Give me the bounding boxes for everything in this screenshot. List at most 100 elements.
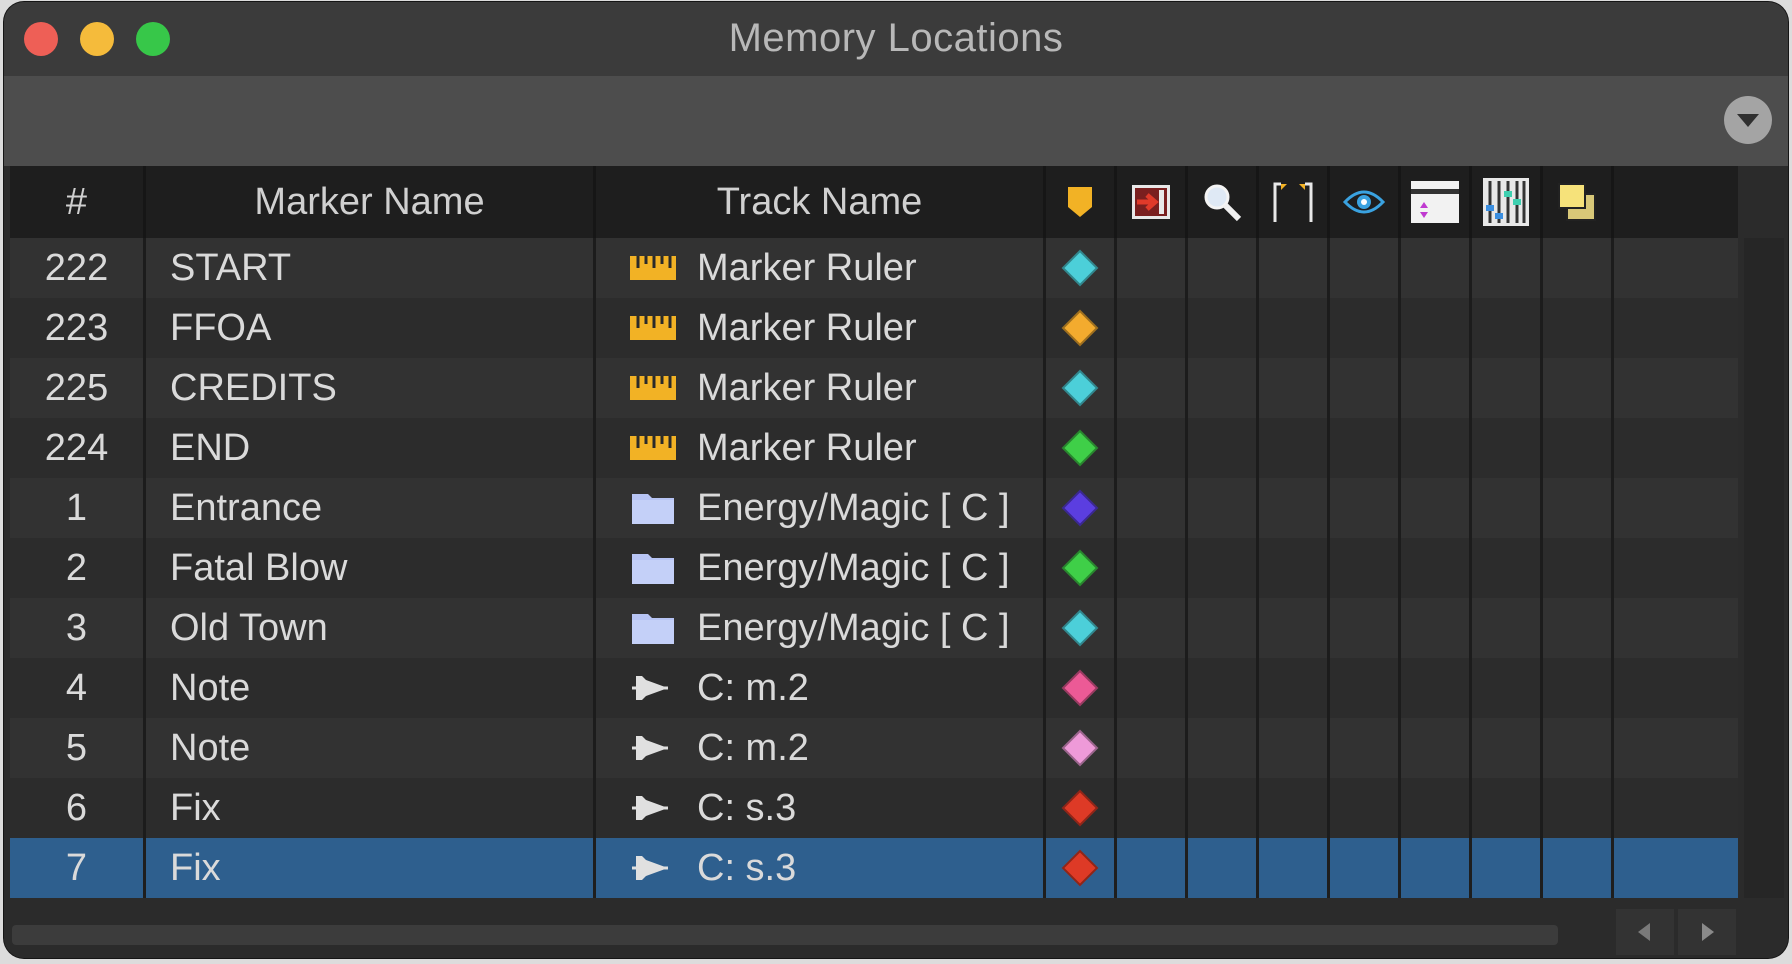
table-row[interactable]: 4 Note C: m.2 [10,658,1738,718]
cell-property-1[interactable] [1117,418,1188,478]
cell-marker-color[interactable] [1046,358,1117,418]
header-pre-post-roll[interactable] [1259,166,1330,238]
cell-property-6[interactable] [1472,538,1543,598]
cell-property-3[interactable] [1259,658,1330,718]
header-track-height[interactable] [1401,166,1472,238]
cell-marker-color[interactable] [1046,238,1117,298]
cell-property-6[interactable] [1472,718,1543,778]
cell-marker-color[interactable] [1046,538,1117,598]
cell-property-4[interactable] [1330,238,1401,298]
cell-marker-name[interactable]: FFOA [146,298,596,358]
cell-property-1[interactable] [1117,598,1188,658]
cell-property-4[interactable] [1330,298,1401,358]
table-row[interactable]: 222 START Marker Ruler [10,238,1738,298]
cell-property-1[interactable] [1117,478,1188,538]
cell-property-6[interactable] [1472,598,1543,658]
cell-marker-name[interactable]: Fix [146,838,596,898]
cell-marker-name[interactable]: Entrance [146,478,596,538]
cell-marker-name[interactable]: Note [146,658,596,718]
cell-property-5[interactable] [1401,838,1472,898]
cell-property-5[interactable] [1401,418,1472,478]
cell-property-4[interactable] [1330,538,1401,598]
cell-track-name[interactable]: Marker Ruler [596,358,1046,418]
cell-track-name[interactable]: C: s.3 [596,778,1046,838]
cell-property-6[interactable] [1472,478,1543,538]
cell-property-1[interactable] [1117,838,1188,898]
scroll-right-button[interactable] [1678,909,1736,955]
cell-property-1[interactable] [1117,778,1188,838]
cell-marker-color[interactable] [1046,418,1117,478]
cell-marker-name[interactable]: END [146,418,596,478]
table-row[interactable]: 6 Fix C: s.3 [10,778,1738,838]
cell-property-5[interactable] [1401,718,1472,778]
cell-property-2[interactable] [1188,718,1259,778]
cell-track-name[interactable]: C: m.2 [596,658,1046,718]
scroll-left-button[interactable] [1616,909,1674,955]
header-group-enables[interactable] [1472,166,1543,238]
cell-property-5[interactable] [1401,358,1472,418]
header-track-show-hide[interactable] [1330,166,1401,238]
cell-marker-color[interactable] [1046,478,1117,538]
cell-property-1[interactable] [1117,238,1188,298]
table-row[interactable]: 5 Note C: m.2 [10,718,1738,778]
cell-property-3[interactable] [1259,838,1330,898]
options-menu-button[interactable] [1724,96,1772,144]
cell-property-7[interactable] [1543,838,1614,898]
cell-property-7[interactable] [1543,418,1614,478]
cell-property-4[interactable] [1330,658,1401,718]
cell-marker-color[interactable] [1046,298,1117,358]
cell-property-2[interactable] [1188,778,1259,838]
cell-property-6[interactable] [1472,778,1543,838]
cell-marker-color[interactable] [1046,718,1117,778]
vertical-scrollbar[interactable] [1744,238,1784,898]
cell-property-3[interactable] [1259,358,1330,418]
table-row[interactable]: 223 FFOA Marker Ruler [10,298,1738,358]
table-row[interactable]: 1 Entrance Energy/Magic [ C ] [10,478,1738,538]
cell-property-7[interactable] [1543,598,1614,658]
cell-property-6[interactable] [1472,418,1543,478]
cell-property-2[interactable] [1188,238,1259,298]
cell-property-1[interactable] [1117,658,1188,718]
cell-track-name[interactable]: Marker Ruler [596,298,1046,358]
table-row[interactable]: 3 Old Town Energy/Magic [ C ] [10,598,1738,658]
cell-marker-name[interactable]: Note [146,718,596,778]
cell-property-2[interactable] [1188,358,1259,418]
cell-marker-name[interactable]: START [146,238,596,298]
cell-property-2[interactable] [1188,658,1259,718]
cell-property-7[interactable] [1543,478,1614,538]
cell-property-3[interactable] [1259,538,1330,598]
cell-property-7[interactable] [1543,298,1614,358]
cell-property-4[interactable] [1330,358,1401,418]
table-row[interactable]: 2 Fatal Blow Energy/Magic [ C ] [10,538,1738,598]
cell-property-2[interactable] [1188,538,1259,598]
cell-property-5[interactable] [1401,298,1472,358]
cell-property-5[interactable] [1401,238,1472,298]
cell-property-1[interactable] [1117,298,1188,358]
cell-property-7[interactable] [1543,718,1614,778]
cell-property-2[interactable] [1188,598,1259,658]
cell-marker-color[interactable] [1046,598,1117,658]
header-selection[interactable] [1117,166,1188,238]
cell-marker-color[interactable] [1046,838,1117,898]
cell-property-6[interactable] [1472,358,1543,418]
header-window-config[interactable] [1543,166,1614,238]
cell-marker-name[interactable]: Fix [146,778,596,838]
table-row[interactable]: 225 CREDITS Marker Ruler [10,358,1738,418]
cell-property-6[interactable] [1472,298,1543,358]
cell-property-3[interactable] [1259,718,1330,778]
cell-marker-name[interactable]: CREDITS [146,358,596,418]
cell-property-4[interactable] [1330,718,1401,778]
cell-track-name[interactable]: Energy/Magic [ C ] [596,598,1046,658]
cell-property-1[interactable] [1117,538,1188,598]
header-track-name[interactable]: Track Name [596,166,1046,238]
table-row[interactable]: 224 END Marker Ruler [10,418,1738,478]
cell-property-2[interactable] [1188,418,1259,478]
horizontal-scrollbar[interactable] [12,925,1558,945]
cell-property-3[interactable] [1259,598,1330,658]
cell-track-name[interactable]: Energy/Magic [ C ] [596,538,1046,598]
table-row[interactable]: 7 Fix C: s.3 [10,838,1738,898]
cell-marker-color[interactable] [1046,778,1117,838]
cell-property-7[interactable] [1543,658,1614,718]
cell-property-6[interactable] [1472,238,1543,298]
cell-property-3[interactable] [1259,478,1330,538]
